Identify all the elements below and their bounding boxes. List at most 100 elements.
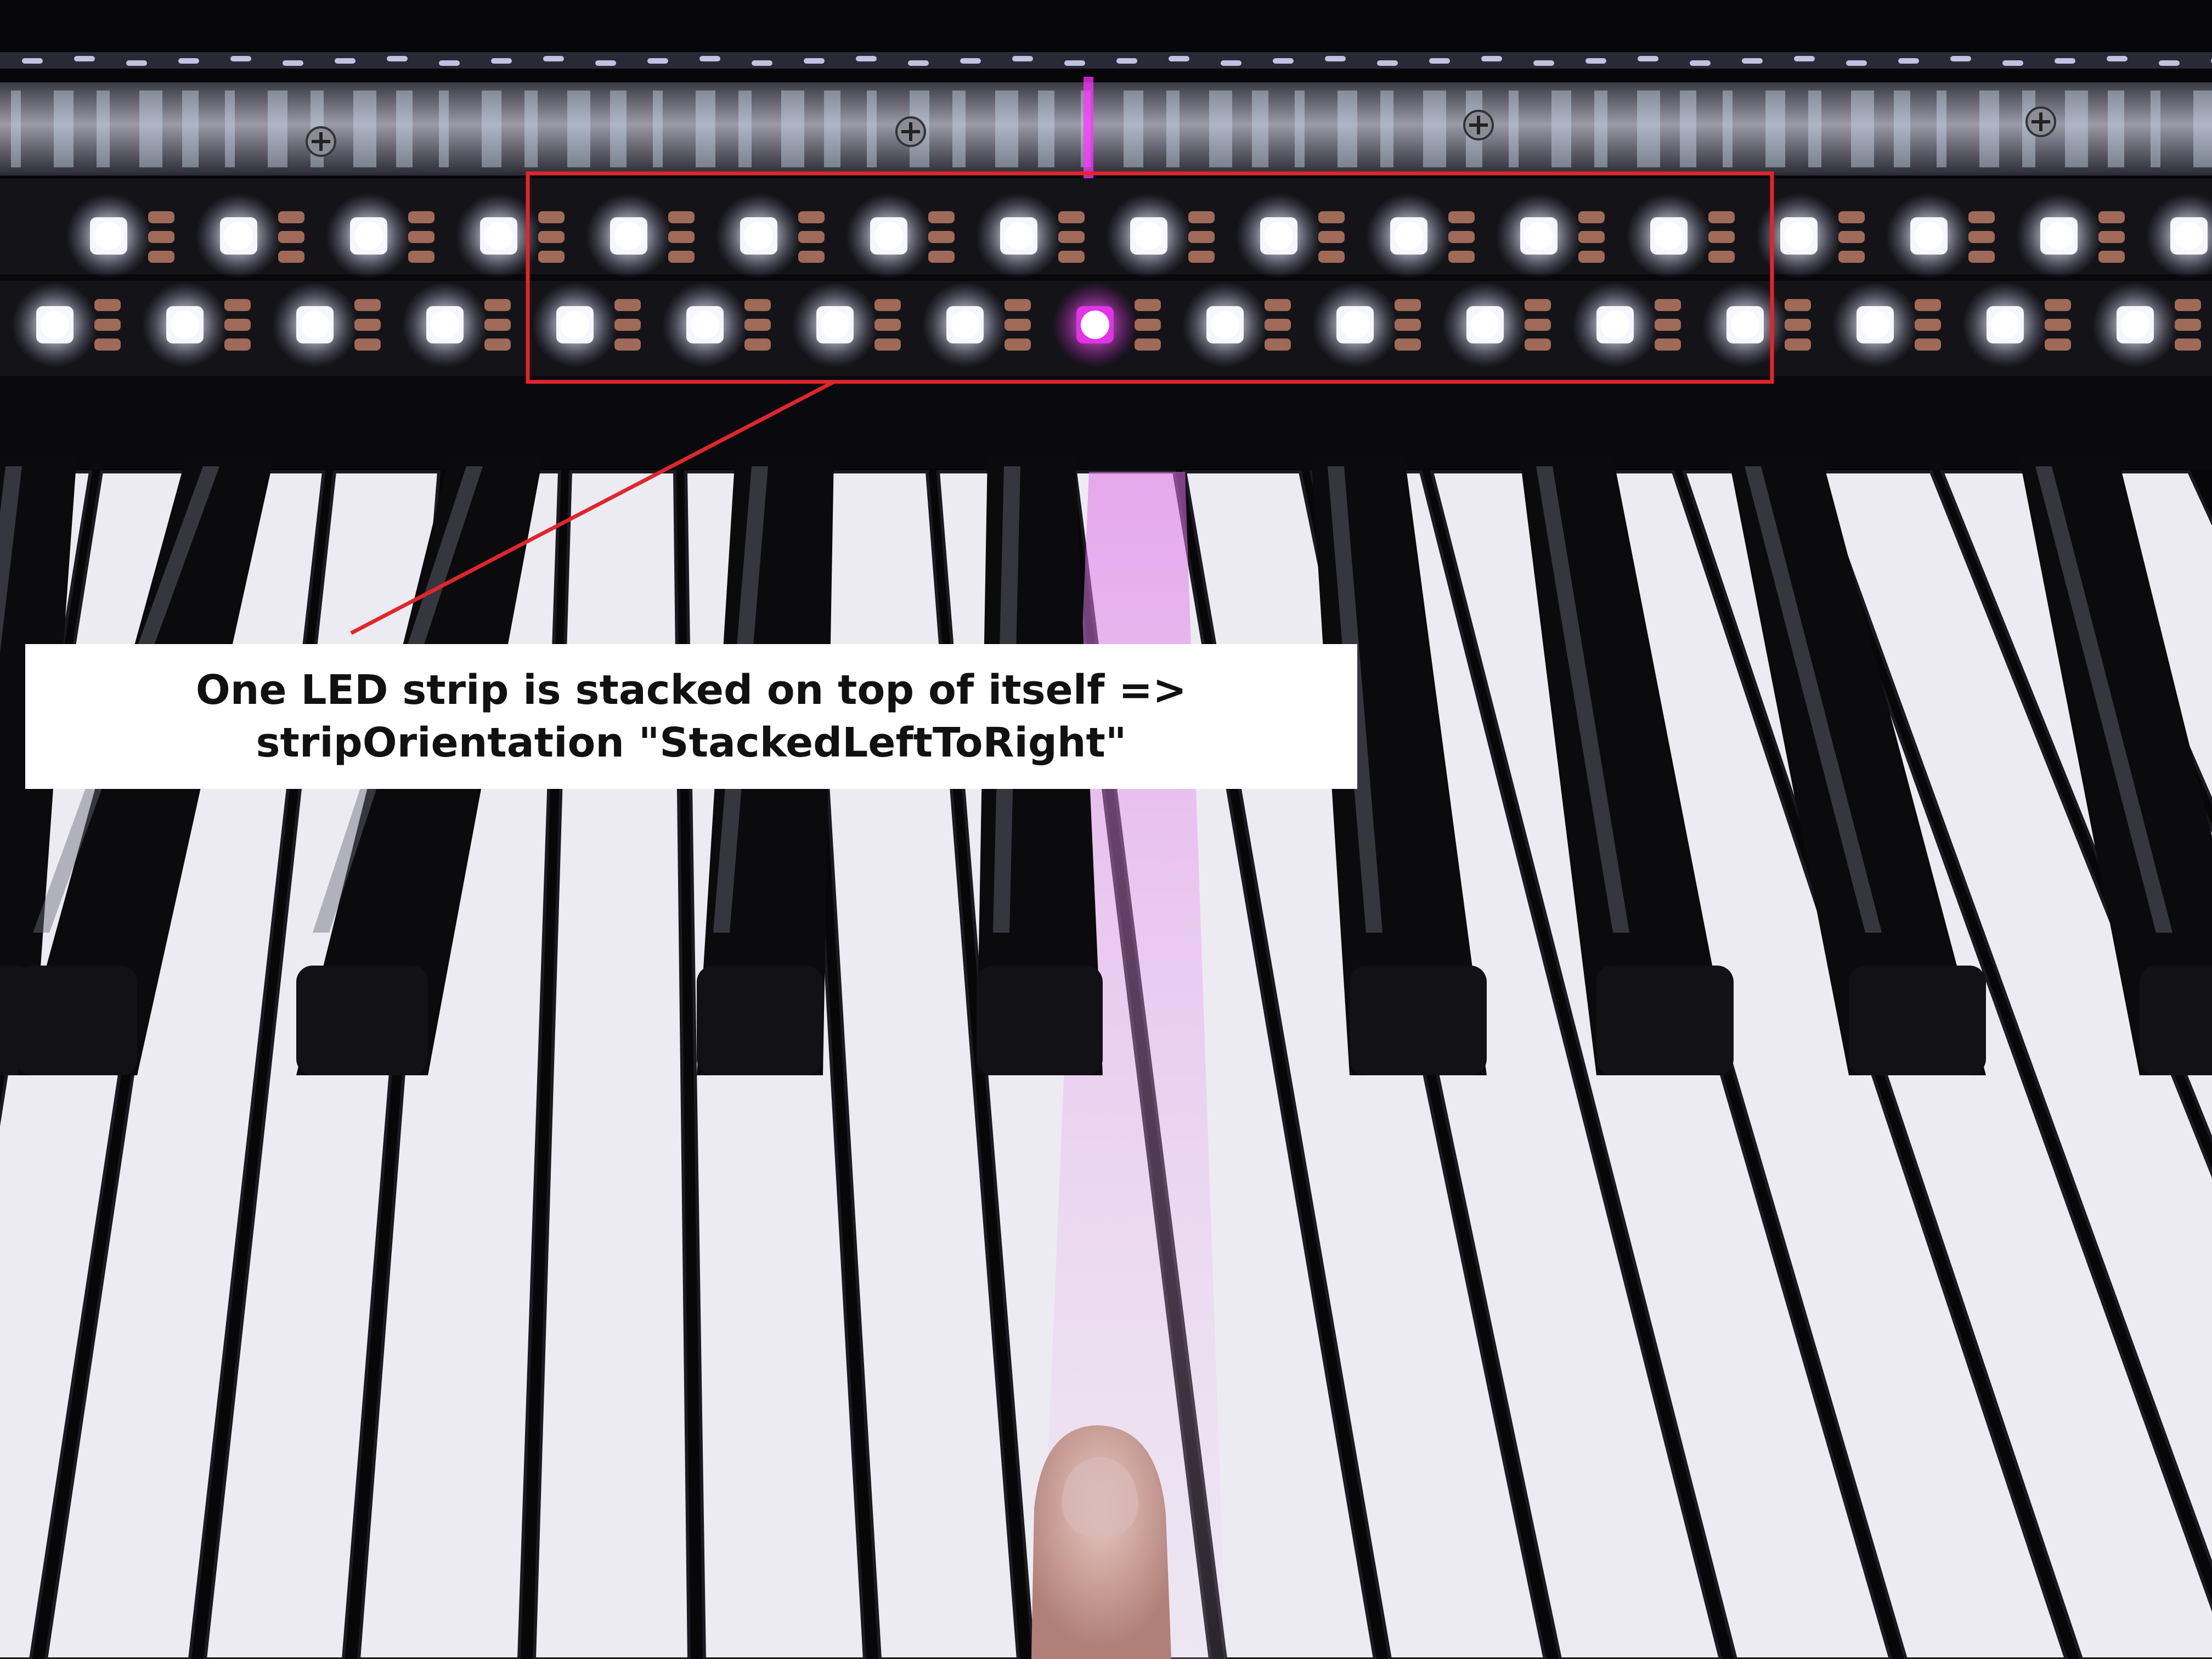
solder-pad <box>1838 211 1865 223</box>
solder-pad <box>1188 251 1215 263</box>
solder-pad <box>1655 299 1681 311</box>
solder-pad <box>408 251 435 263</box>
led <box>1572 282 1658 368</box>
sparkle <box>1533 60 1554 66</box>
rail-streak <box>139 91 162 167</box>
led <box>1626 193 1712 279</box>
solder-pad <box>1525 319 1551 331</box>
solder-pad <box>2045 319 2071 331</box>
rail-streak <box>1338 91 1357 167</box>
solder-pad <box>668 251 695 263</box>
led <box>142 282 228 368</box>
solder-pad <box>928 251 955 263</box>
solder-pad <box>1448 211 1475 223</box>
rail-streak <box>54 91 74 167</box>
led <box>402 282 488 368</box>
solder-pad <box>1655 319 1681 331</box>
solder-pad <box>278 231 304 243</box>
led <box>1182 282 1268 368</box>
solder-pad <box>1058 211 1085 223</box>
solder-pad <box>538 251 565 263</box>
led <box>662 282 748 368</box>
led <box>1496 193 1582 279</box>
solder-pad <box>744 319 771 331</box>
rail-streak <box>1038 91 1054 167</box>
sparkle <box>543 56 564 61</box>
led <box>1756 193 1842 279</box>
solder-pad <box>2098 231 2125 243</box>
rail-streak <box>439 91 449 167</box>
rail-streak <box>1680 91 1696 167</box>
rail-streak <box>1551 91 1571 167</box>
sparkle <box>1429 58 1450 64</box>
strip-fold-line <box>0 274 2212 281</box>
rail-streak <box>1594 91 1607 167</box>
solder-pad <box>928 211 955 223</box>
rail-streak <box>2108 91 2124 167</box>
solder-pad <box>1838 231 1865 243</box>
solder-pad <box>874 299 901 311</box>
solder-pad <box>94 299 121 311</box>
led <box>1106 193 1192 279</box>
rail-streak <box>1937 91 1946 167</box>
solder-pad <box>1318 231 1345 243</box>
keybed-back <box>0 376 2212 469</box>
solder-pad <box>2045 299 2071 311</box>
led <box>976 193 1062 279</box>
rail-streak <box>396 91 413 167</box>
sparkle <box>1950 56 1971 61</box>
rail-magenta-reflection <box>1084 77 1093 178</box>
rail-streak <box>1979 91 1999 167</box>
solder-pad <box>614 299 641 311</box>
annotation-callout: One LED strip is stacked on top of itsel… <box>25 644 1357 789</box>
led <box>1442 282 1528 368</box>
solder-pad <box>1005 299 1031 311</box>
solder-pad <box>1968 231 1995 243</box>
screw-icon <box>306 126 336 157</box>
top-edge <box>0 52 2212 69</box>
rail-streak <box>1509 91 1519 167</box>
solder-pad <box>1448 251 1475 263</box>
solder-pad <box>1915 338 1941 351</box>
solder-pad <box>1968 211 1995 223</box>
solder-pad <box>1655 338 1681 351</box>
led <box>1962 282 2048 368</box>
led <box>922 282 1008 368</box>
solder-pad <box>668 231 695 243</box>
sparkle <box>283 60 303 66</box>
solder-pad <box>928 231 955 243</box>
led <box>1702 282 1788 368</box>
led <box>2016 193 2102 279</box>
rail-streak <box>1851 91 1874 167</box>
sparkle <box>1221 60 1242 66</box>
led <box>792 282 878 368</box>
led <box>196 193 281 279</box>
rail-streak <box>2193 91 2212 167</box>
led <box>12 282 98 368</box>
solder-pad <box>148 211 174 223</box>
solder-pad <box>2098 251 2125 263</box>
solder-pad <box>1578 211 1605 223</box>
rail-streak <box>610 91 627 167</box>
rail-streak <box>781 91 804 167</box>
rail-streak <box>952 91 966 167</box>
led <box>1832 282 1918 368</box>
annotation-line-1: One LED strip is stacked on top of itsel… <box>195 666 1187 714</box>
sparkle <box>178 58 199 64</box>
rail-streak <box>11 91 21 167</box>
solder-pad <box>874 319 901 331</box>
finger <box>1031 1425 1171 1659</box>
led <box>1886 193 1972 279</box>
rail-streak <box>1124 91 1143 167</box>
rail-streak <box>1209 91 1232 167</box>
sparkle <box>804 58 825 64</box>
sparkle <box>1742 58 1763 64</box>
solder-pad <box>744 338 771 351</box>
screw-icon <box>1463 110 1494 140</box>
solder-pad <box>1785 319 1811 331</box>
solder-pad <box>408 211 435 223</box>
solder-pad <box>1005 338 1031 351</box>
annotation-line-2: stripOrientation "StackedLeftToRight" <box>256 719 1127 766</box>
sparkle <box>74 56 95 61</box>
solder-pad <box>1318 251 1345 263</box>
